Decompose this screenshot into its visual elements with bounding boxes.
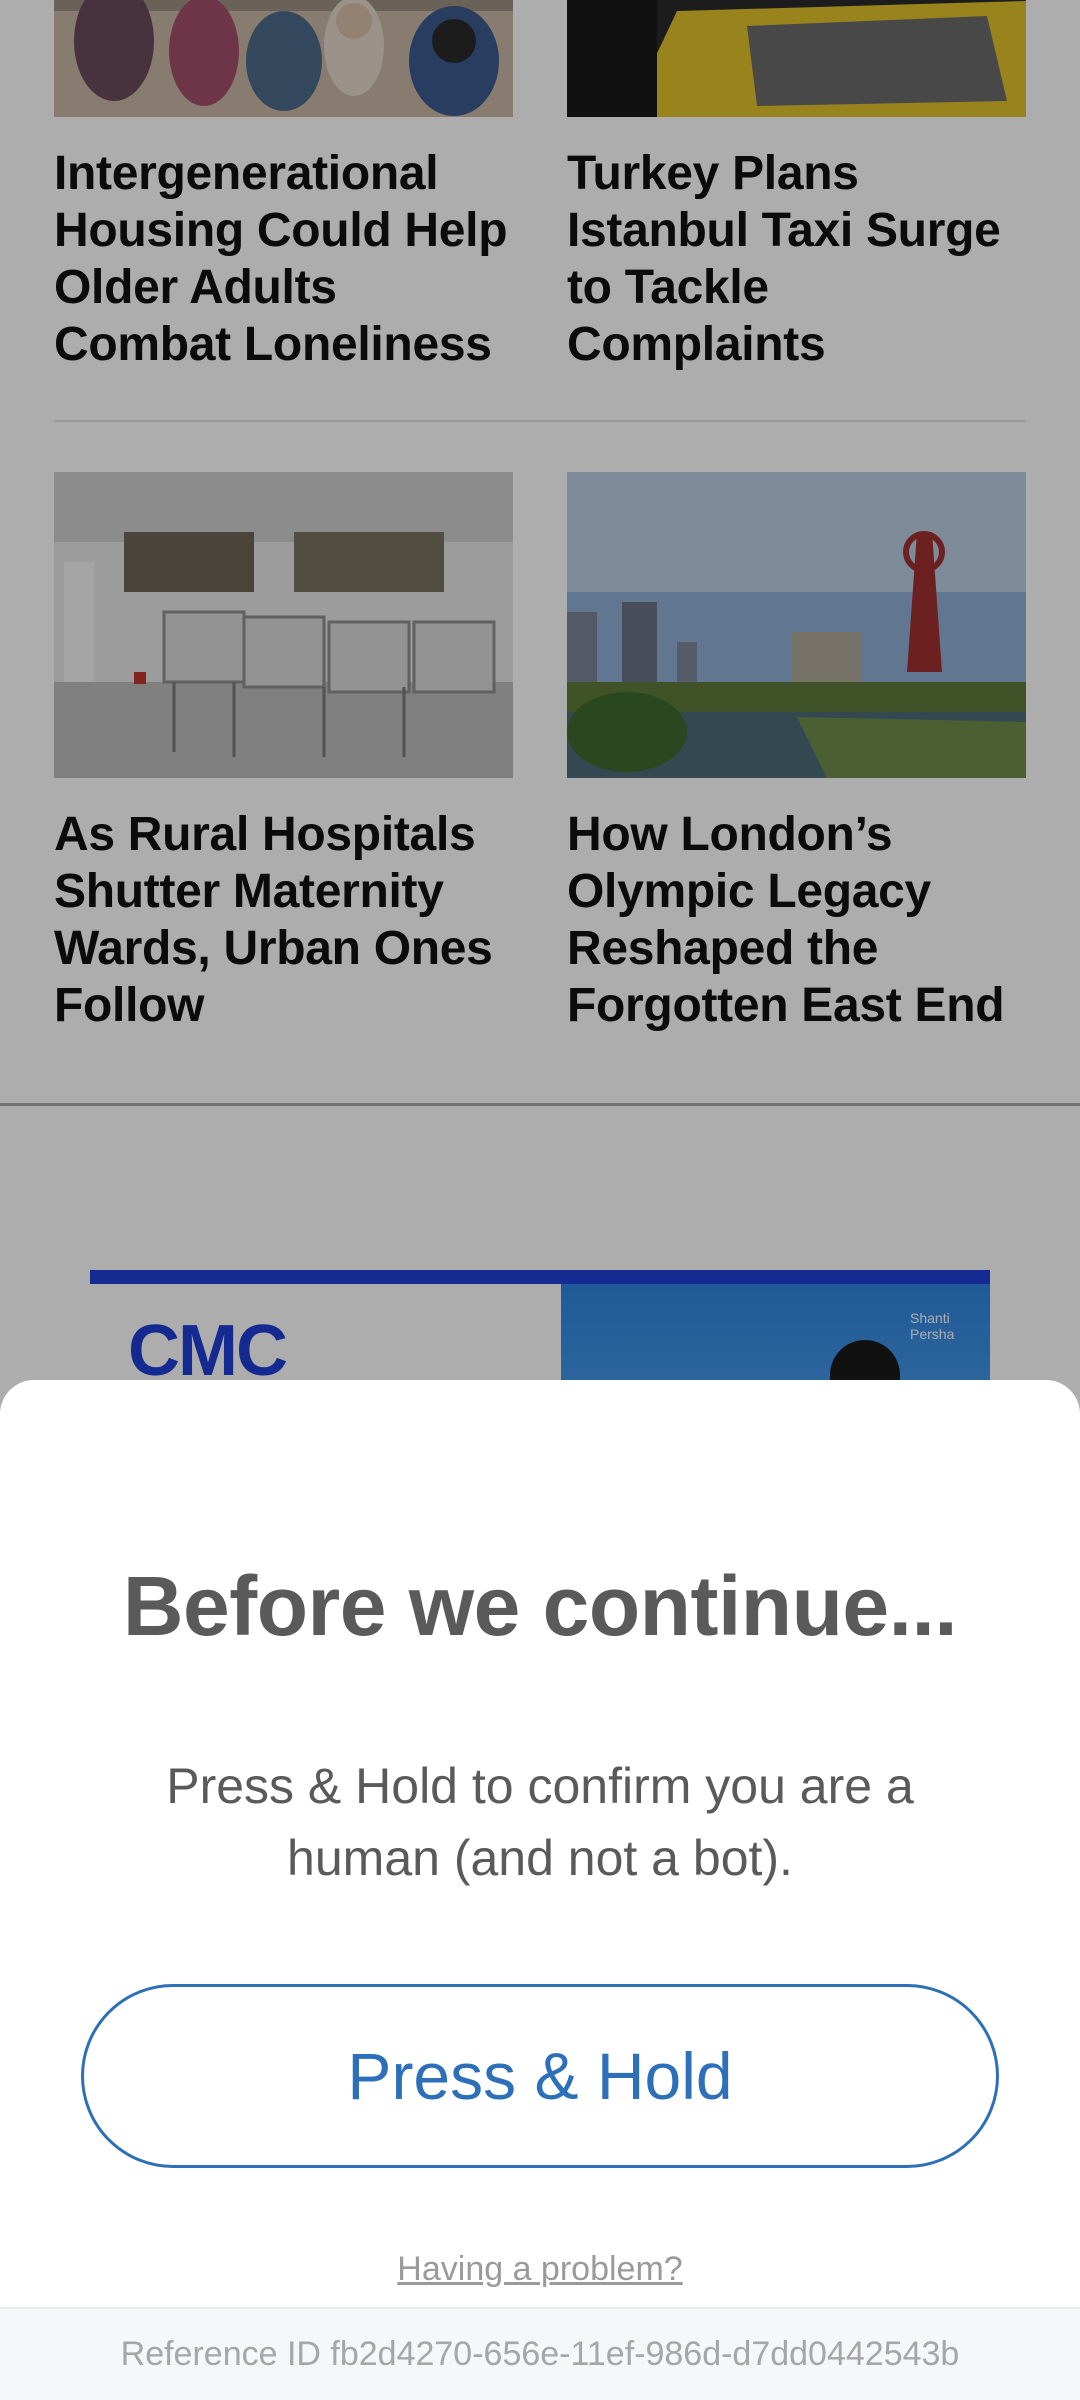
- press-and-hold-button[interactable]: Press & Hold: [81, 1984, 999, 2168]
- page: Intergenerational Housing Could Help Old…: [0, 0, 1080, 2400]
- having-a-problem-link[interactable]: Having a problem?: [0, 2250, 1080, 2289]
- challenge-description: Press & Hold to confirm you are a human …: [166, 1758, 914, 1886]
- bot-check-sheet: Before we continue... Press & Hold to co…: [0, 1380, 1080, 2400]
- reference-id: Reference ID fb2d4270-656e-11ef-986d-d7d…: [0, 2307, 1080, 2400]
- challenge-title: Before we continue...: [122, 1559, 958, 1653]
